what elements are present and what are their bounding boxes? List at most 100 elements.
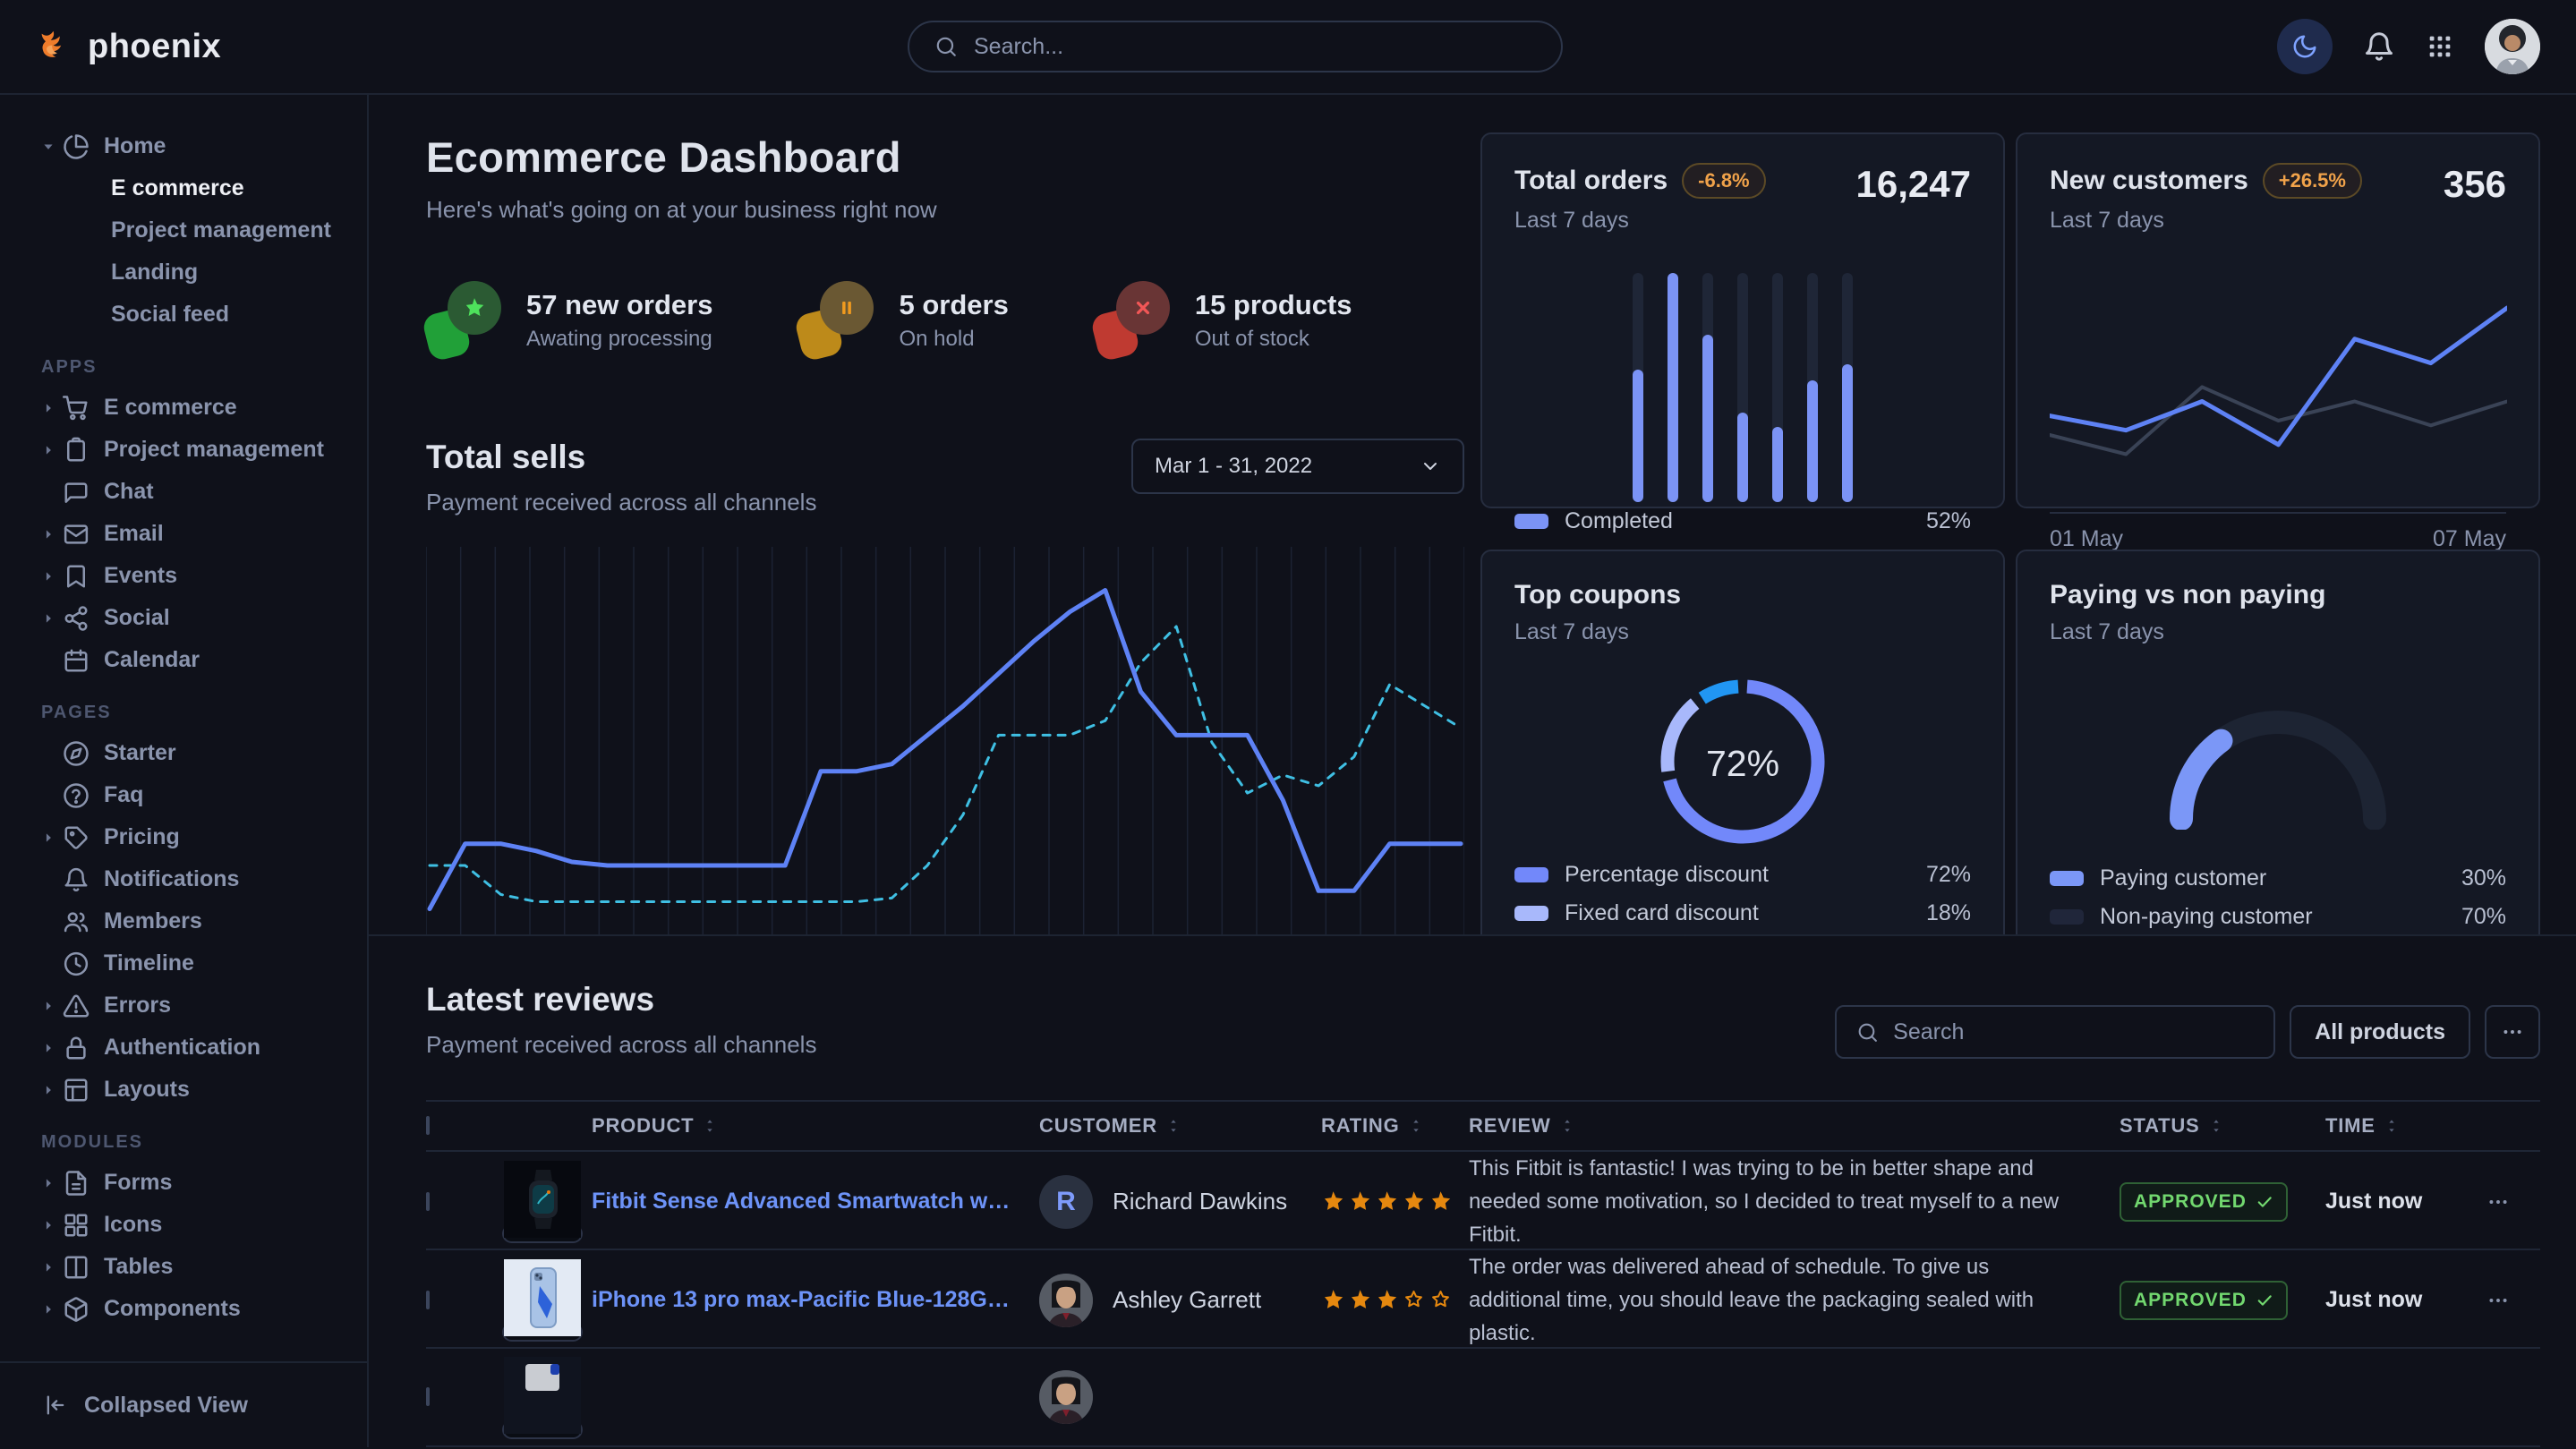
collapse-view-button[interactable]: Collapsed View — [0, 1361, 367, 1447]
card-period: Last 7 days — [2050, 619, 2506, 645]
new-customers-card: New customers +26.5% Last 7 days 356 01 … — [2016, 132, 2540, 508]
stat-x: 15 productsOut of stock — [1095, 281, 1352, 360]
row-menu-button[interactable] — [2486, 1190, 2540, 1214]
product-link[interactable]: Fitbit Sense Advanced Smartwatch with To… — [592, 1189, 1039, 1215]
sidebar-item-email[interactable]: Email — [0, 513, 367, 555]
user-avatar[interactable] — [2485, 19, 2540, 74]
brand[interactable]: phoenix — [34, 26, 371, 67]
sidebar-item-authentication[interactable]: Authentication — [0, 1027, 367, 1069]
sidebar-item-icons[interactable]: Icons — [0, 1204, 367, 1246]
sidebar-item-calendar[interactable]: Calendar — [0, 639, 367, 681]
sidebar-item-pricing[interactable]: Pricing — [0, 816, 367, 858]
card-title: Total orders — [1514, 166, 1668, 196]
reviews-search[interactable] — [1835, 1005, 2275, 1059]
share-icon — [63, 605, 102, 632]
help-icon — [63, 782, 90, 809]
column-header-product[interactable]: PRODUCT — [592, 1114, 1039, 1138]
row-checkbox[interactable] — [426, 1387, 430, 1406]
notifications-button[interactable] — [2363, 30, 2395, 63]
legend-value: 18% — [1926, 900, 1971, 926]
chat-icon — [63, 479, 90, 506]
sidebar-item-home[interactable]: Home — [0, 125, 367, 167]
sidebar-item-components[interactable]: Components — [0, 1288, 367, 1330]
sidebar-item-forms[interactable]: Forms — [0, 1162, 367, 1204]
sidebar-item-errors[interactable]: Errors — [0, 984, 367, 1027]
caretright-icon — [39, 997, 57, 1015]
legend-label: Completed — [1565, 508, 1673, 534]
column-header-status[interactable]: STATUS — [2120, 1114, 2325, 1138]
sidebar-item-e-commerce[interactable]: E commerce — [0, 387, 367, 429]
sidebar-item-timeline[interactable]: Timeline — [0, 942, 367, 984]
caret-right-icon — [39, 1300, 63, 1318]
sidebar-item-label: Calendar — [102, 647, 200, 673]
row-menu-button[interactable] — [2486, 1289, 2540, 1312]
warning-icon — [63, 993, 102, 1019]
sidebar-item-label: E commerce — [102, 395, 237, 421]
trend-badge: +26.5% — [2263, 163, 2362, 199]
help-icon — [63, 782, 102, 809]
reviews-title: Latest reviews — [426, 981, 816, 1019]
sidebar-subitem-social-feed[interactable]: Social feed — [0, 294, 367, 336]
legend-row: Completed52% — [1514, 502, 1971, 541]
select-all-checkbox[interactable] — [426, 1116, 430, 1135]
apps-grid-button[interactable] — [2426, 32, 2454, 61]
status-badge: APPROVED — [2120, 1182, 2288, 1222]
bookmark-icon — [63, 563, 102, 590]
all-products-button[interactable]: All products — [2290, 1005, 2470, 1059]
product-thumbnail[interactable] — [502, 1420, 583, 1439]
row-checkbox[interactable] — [426, 1291, 430, 1309]
sidebar-subitem-e-commerce[interactable]: E commerce — [0, 167, 367, 209]
sidebar-item-project-management[interactable]: Project management — [0, 429, 367, 471]
stat-icon — [798, 281, 877, 360]
sidebar-item-social[interactable]: Social — [0, 597, 367, 639]
product-thumbnail[interactable] — [502, 1323, 583, 1342]
reviews-menu-button[interactable] — [2485, 1005, 2540, 1059]
sidebar-subitem-label: Social feed — [111, 302, 229, 328]
legend-swatch — [1514, 514, 1548, 529]
legend-label: Fixed card discount — [1565, 900, 1759, 926]
sidebar-item-faq[interactable]: Faq — [0, 774, 367, 816]
legend-swatch — [2050, 909, 2084, 925]
product-thumbnail[interactable] — [502, 1224, 583, 1243]
sidebar-menu: HomeE commerceProject managementLandingS… — [0, 95, 367, 1361]
column-header-review[interactable]: REVIEW — [1469, 1114, 2120, 1138]
sidebar-subitem-project-management[interactable]: Project management — [0, 209, 367, 251]
search-icon — [1856, 1021, 1879, 1044]
product-link[interactable]: iPhone 13 pro max-Pacific Blue-128GB sto… — [592, 1287, 1039, 1313]
reviews-search-input[interactable] — [1893, 1019, 2254, 1045]
sidebar-item-layouts[interactable]: Layouts — [0, 1069, 367, 1111]
moon-icon — [2291, 33, 2318, 60]
main-content: Ecommerce Dashboard Here's what's going … — [369, 95, 2576, 1447]
paying-legend: Paying customer30%Non-paying customer70% — [2050, 859, 2506, 934]
caretright-icon — [39, 1216, 57, 1234]
collapse-icon — [43, 1393, 68, 1418]
cart-icon — [63, 395, 102, 422]
navbar-search[interactable] — [908, 21, 1563, 72]
sidebar-item-notifications[interactable]: Notifications — [0, 858, 367, 900]
navbar-search-input[interactable] — [974, 34, 1536, 60]
sidebar-item-label: Members — [102, 908, 202, 934]
legend-swatch — [1514, 867, 1548, 882]
customer-name: Richard Dawkins — [1113, 1188, 1287, 1215]
caretright-icon — [39, 1039, 57, 1057]
check-icon — [2256, 1291, 2273, 1309]
column-header-time[interactable]: TIME — [2325, 1114, 2486, 1138]
sidebar-item-tables[interactable]: Tables — [0, 1246, 367, 1288]
theme-toggle-button[interactable] — [2277, 19, 2333, 74]
column-header-rating[interactable]: RATING — [1321, 1114, 1469, 1138]
sidebar-subitem-landing[interactable]: Landing — [0, 251, 367, 294]
star-icon — [1375, 1288, 1399, 1312]
starOutline-icon — [1429, 1288, 1453, 1312]
sidebar-item-label: Components — [102, 1296, 241, 1322]
row-checkbox[interactable] — [426, 1192, 430, 1211]
column-header-customer[interactable]: CUSTOMER — [1039, 1114, 1321, 1138]
paying-gauge-chart — [2157, 695, 2399, 834]
sidebar-item-chat[interactable]: Chat — [0, 471, 367, 513]
sidebar-section-label: APPS — [41, 357, 367, 378]
sidebar-item-members[interactable]: Members — [0, 900, 367, 942]
date-range-select[interactable]: Mar 1 - 31, 2022 — [1131, 439, 1464, 494]
users-icon — [63, 908, 90, 935]
sidebar-item-starter[interactable]: Starter — [0, 732, 367, 774]
sidebar-item-events[interactable]: Events — [0, 555, 367, 597]
compass-icon — [63, 740, 90, 767]
